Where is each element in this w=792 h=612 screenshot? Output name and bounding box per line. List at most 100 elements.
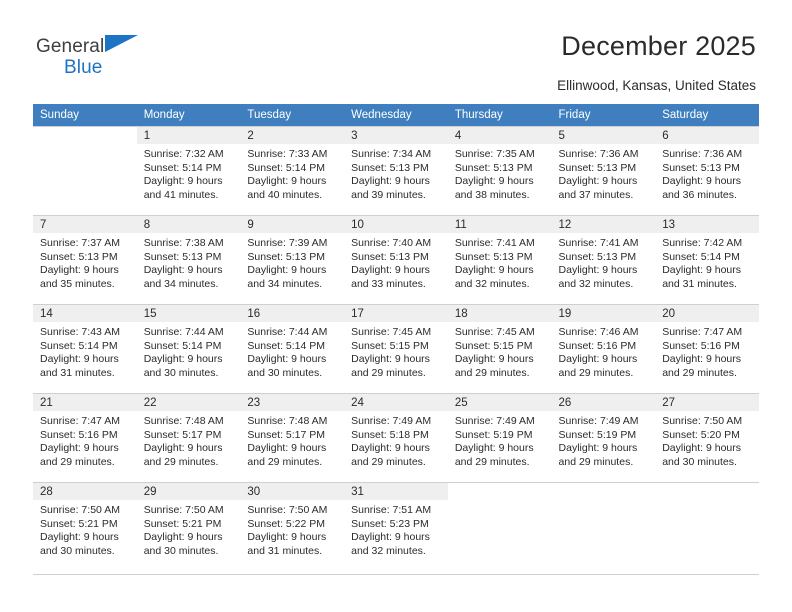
daylight-text-line1: Daylight: 9 hours (558, 353, 638, 366)
page-title: December 2025 (561, 31, 756, 61)
page-header: General Blue December 2025 Ellinwood, Ka… (0, 0, 792, 93)
calendar-day-16: 16 Sunrise: 7:44 AM Sunset: 5:14 PM Dayligh… (240, 304, 345, 393)
calendar-day-empty (655, 482, 759, 571)
calendar-day-5: 5 Sunrise: 7:36 AM Sunset: 5:13 PM Daylight… (551, 126, 656, 215)
day-number: 26 (551, 394, 656, 411)
sunset-text: Sunset: 5:14 PM (247, 339, 326, 352)
daylight-text-line1: Daylight: 9 hours (558, 442, 638, 455)
day-details: Sunrise: 7:47 AM Sunset: 5:16 PM Daylight:… (33, 411, 137, 469)
calendar-day-25: 25 Sunrise: 7:49 AM Sunset: 5:19 PM Dayligh… (447, 393, 552, 482)
day-number: 31 (344, 483, 448, 500)
calendar-day-cell[interactable]: 29 Sunrise: 7:50 AM Sunset: 5:21 PM Dayligh… (136, 482, 241, 571)
calendar-day-cell[interactable]: 11 Sunrise: 7:41 AM Sunset: 5:13 PM Dayligh… (447, 215, 552, 304)
calendar-day-cell[interactable]: 19 Sunrise: 7:46 AM Sunset: 5:16 PM Dayligh… (551, 304, 656, 393)
calendar-day-30: 30 Sunrise: 7:50 AM Sunset: 5:22 PM Dayligh… (240, 482, 345, 571)
day-number: 30 (240, 483, 345, 500)
daylight-text-line1: Daylight: 9 hours (351, 531, 430, 544)
sunset-text: Sunset: 5:21 PM (40, 517, 118, 530)
calendar-day-cell[interactable]: 25 Sunrise: 7:49 AM Sunset: 5:19 PM Dayligh… (447, 393, 552, 482)
calendar-day-cell[interactable]: 20 Sunrise: 7:47 AM Sunset: 5:16 PM Dayligh… (655, 304, 759, 393)
day-number: 6 (655, 127, 759, 144)
day-details: Sunrise: 7:48 AM Sunset: 5:17 PM Daylight:… (137, 411, 241, 469)
daylight-text-line2: and 36 minutes. (662, 188, 737, 201)
daylight-text-line1: Daylight: 9 hours (558, 175, 638, 188)
calendar-day-cell[interactable]: 12 Sunrise: 7:41 AM Sunset: 5:13 PM Dayligh… (551, 215, 656, 304)
daylight-text-line2: and 29 minutes. (247, 455, 323, 468)
calendar-day-29: 29 Sunrise: 7:50 AM Sunset: 5:21 PM Dayligh… (136, 482, 241, 571)
sunset-text: Sunset: 5:21 PM (143, 517, 222, 530)
calendar-day-cell[interactable]: 24 Sunrise: 7:49 AM Sunset: 5:18 PM Dayligh… (344, 393, 448, 482)
daylight-text-line1: Daylight: 9 hours (351, 264, 430, 277)
day-number: 22 (136, 394, 241, 411)
calendar-day-cell[interactable]: 17 Sunrise: 7:45 AM Sunset: 5:15 PM Dayligh… (344, 304, 448, 393)
calendar-day-empty (447, 482, 552, 571)
calendar-day-cell[interactable]: 28 Sunrise: 7:50 AM Sunset: 5:21 PM Dayligh… (33, 482, 137, 571)
day-number: 16 (240, 305, 345, 322)
day-number: 12 (551, 216, 656, 233)
day-details: Sunrise: 7:50 AM Sunset: 5:22 PM Daylight:… (240, 500, 344, 558)
calendar-week-row: 14 Sunrise: 7:43 AM Sunset: 5:14 PM Dayligh… (33, 304, 759, 393)
calendar-day-cell[interactable]: 7 Sunrise: 7:37 AM Sunset: 5:13 PM Daylight… (33, 215, 137, 304)
daylight-text-line2: and 31 minutes. (247, 544, 323, 557)
day-details: Sunrise: 7:49 AM Sunset: 5:19 PM Daylight:… (552, 411, 656, 469)
daylight-text-line2: and 29 minutes. (40, 455, 115, 468)
calendar-day-cell[interactable]: 3 Sunrise: 7:34 AM Sunset: 5:13 PM Daylight… (344, 126, 448, 215)
sunrise-text: Sunrise: 7:42 AM (662, 237, 743, 249)
day-number: 11 (447, 216, 552, 233)
daylight-text-line1: Daylight: 9 hours (40, 264, 119, 277)
calendar-day-cell[interactable]: 10 Sunrise: 7:40 AM Sunset: 5:13 PM Dayligh… (344, 215, 448, 304)
daylight-text-line2: and 29 minutes. (558, 366, 634, 379)
sunrise-text: Sunrise: 7:50 AM (247, 504, 328, 516)
calendar-day-cell[interactable]: 9 Sunrise: 7:39 AM Sunset: 5:13 PM Daylight… (240, 215, 345, 304)
calendar-day-3: 3 Sunrise: 7:34 AM Sunset: 5:13 PM Daylight… (344, 126, 448, 215)
calendar-day-cell[interactable]: 8 Sunrise: 7:38 AM Sunset: 5:13 PM Daylight… (136, 215, 241, 304)
calendar-day-cell[interactable]: 14 Sunrise: 7:43 AM Sunset: 5:14 PM Dayligh… (33, 304, 137, 393)
calendar-day-cell[interactable]: 6 Sunrise: 7:36 AM Sunset: 5:13 PM Daylight… (655, 126, 759, 215)
daylight-text-line1: Daylight: 9 hours (40, 442, 119, 455)
daylight-text-line2: and 40 minutes. (247, 188, 323, 201)
calendar-day-6: 6 Sunrise: 7:36 AM Sunset: 5:13 PM Daylight… (655, 126, 759, 215)
daylight-text-line1: Daylight: 9 hours (454, 264, 534, 277)
calendar-day-cell[interactable]: 26 Sunrise: 7:49 AM Sunset: 5:19 PM Dayligh… (551, 393, 656, 482)
calendar-day-cell[interactable]: 27 Sunrise: 7:50 AM Sunset: 5:20 PM Dayligh… (655, 393, 759, 482)
calendar-day-cell[interactable]: 5 Sunrise: 7:36 AM Sunset: 5:13 PM Daylight… (551, 126, 656, 215)
day-number: 10 (344, 216, 448, 233)
day-details: Sunrise: 7:43 AM Sunset: 5:14 PM Daylight:… (33, 322, 137, 380)
calendar-day-cell[interactable]: 15 Sunrise: 7:44 AM Sunset: 5:14 PM Dayligh… (136, 304, 241, 393)
day-number: 4 (447, 127, 552, 144)
calendar-day-18: 18 Sunrise: 7:45 AM Sunset: 5:15 PM Dayligh… (447, 304, 552, 393)
calendar-day-cell[interactable]: 18 Sunrise: 7:45 AM Sunset: 5:15 PM Dayligh… (447, 304, 552, 393)
weekday-header-sunday: Sunday (33, 104, 137, 126)
calendar-day-cell[interactable]: 23 Sunrise: 7:48 AM Sunset: 5:17 PM Dayligh… (240, 393, 345, 482)
calendar-day-cell[interactable]: 21 Sunrise: 7:47 AM Sunset: 5:16 PM Dayligh… (33, 393, 137, 482)
sunset-text: Sunset: 5:13 PM (662, 161, 740, 174)
calendar-day-cell[interactable]: 22 Sunrise: 7:48 AM Sunset: 5:17 PM Dayligh… (136, 393, 241, 482)
sunset-text: Sunset: 5:13 PM (143, 250, 222, 263)
calendar-day-cell[interactable]: 4 Sunrise: 7:35 AM Sunset: 5:13 PM Daylight… (447, 126, 552, 215)
daylight-text-line2: and 32 minutes. (351, 544, 426, 557)
calendar-day-cell[interactable]: 1 Sunrise: 7:32 AM Sunset: 5:14 PM Daylight… (136, 126, 241, 215)
day-number: 21 (33, 394, 137, 411)
general-blue-logo[interactable]: General Blue (36, 33, 141, 77)
calendar-day-cell[interactable]: 31 Sunrise: 7:51 AM Sunset: 5:23 PM Dayligh… (344, 482, 448, 571)
sunrise-text: Sunrise: 7:44 AM (143, 326, 224, 338)
daylight-text-line2: and 29 minutes. (454, 455, 530, 468)
calendar-day-cell[interactable]: 30 Sunrise: 7:50 AM Sunset: 5:22 PM Dayligh… (240, 482, 345, 571)
daylight-text-line2: and 29 minutes. (454, 366, 530, 379)
calendar-day-cell[interactable]: 2 Sunrise: 7:33 AM Sunset: 5:14 PM Daylight… (240, 126, 345, 215)
calendar-day-4: 4 Sunrise: 7:35 AM Sunset: 5:13 PM Daylight… (447, 126, 552, 215)
calendar-day-cell[interactable]: 16 Sunrise: 7:44 AM Sunset: 5:14 PM Dayligh… (240, 304, 345, 393)
calendar-bottom-rule (33, 574, 759, 575)
daylight-text-line1: Daylight: 9 hours (351, 175, 430, 188)
calendar-day-cell[interactable]: 13 Sunrise: 7:42 AM Sunset: 5:14 PM Dayligh… (655, 215, 759, 304)
day-details: Sunrise: 7:50 AM Sunset: 5:21 PM Daylight:… (33, 500, 137, 558)
daylight-text-line1: Daylight: 9 hours (247, 442, 327, 455)
day-number: 2 (240, 127, 345, 144)
daylight-text-line1: Daylight: 9 hours (351, 353, 430, 366)
sunrise-text: Sunrise: 7:47 AM (662, 326, 743, 338)
daylight-text-line2: and 31 minutes. (662, 277, 737, 290)
calendar-day-20: 20 Sunrise: 7:47 AM Sunset: 5:16 PM Dayligh… (655, 304, 759, 393)
sunrise-text: Sunrise: 7:41 AM (558, 237, 639, 249)
day-details: Sunrise: 7:47 AM Sunset: 5:16 PM Daylight:… (655, 322, 759, 380)
sunrise-text: Sunrise: 7:32 AM (143, 148, 224, 160)
